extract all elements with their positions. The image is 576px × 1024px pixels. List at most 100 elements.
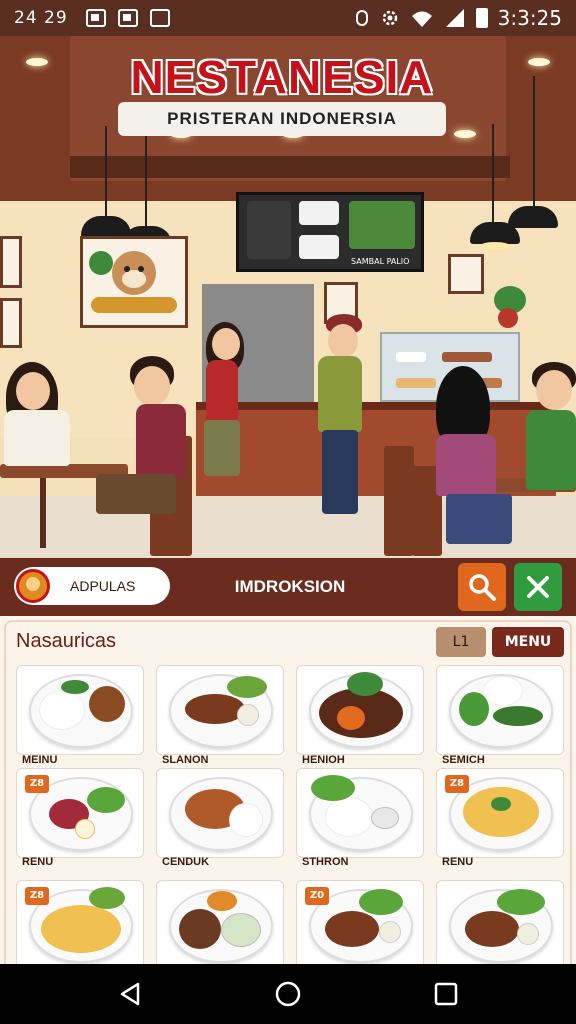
ceiling-beam bbox=[70, 156, 510, 178]
vegetable-icon bbox=[87, 787, 125, 813]
food-card[interactable]: Z8 bbox=[16, 768, 144, 858]
home-icon bbox=[275, 981, 301, 1007]
food-card-label: MEINU bbox=[22, 754, 58, 766]
close-button[interactable] bbox=[514, 563, 562, 611]
lamp-cord bbox=[145, 136, 147, 228]
sauce-bowl-icon bbox=[237, 704, 259, 726]
price-badge: Z8 bbox=[445, 775, 469, 793]
food-card-label: RENU bbox=[22, 856, 54, 868]
food-card[interactable] bbox=[436, 880, 564, 964]
wall-picture bbox=[448, 254, 484, 294]
food-card-label: CENDUK bbox=[162, 856, 210, 868]
brand-subtitle: PRISTERAN INDONERSIA bbox=[118, 102, 446, 136]
back-icon bbox=[120, 982, 140, 1006]
battery-icon bbox=[475, 8, 488, 28]
status-bar: 24 29 3:3:25 bbox=[0, 0, 576, 36]
sauce-bowl-icon bbox=[517, 923, 539, 945]
meat-icon bbox=[325, 911, 379, 947]
user-name: ADPULAS bbox=[70, 578, 136, 594]
menu-board-dish bbox=[299, 235, 339, 259]
menu-board-dish bbox=[299, 201, 339, 225]
mascot-poster bbox=[80, 236, 188, 328]
soup-bowl-icon bbox=[221, 913, 261, 947]
vegetable-icon bbox=[359, 889, 403, 915]
ceiling-light-icon bbox=[26, 58, 48, 66]
noodles-icon bbox=[463, 787, 539, 837]
status-icons-right: 3:3:25 bbox=[354, 6, 562, 30]
price-badge: Z8 bbox=[25, 887, 49, 905]
lamp-cord bbox=[492, 124, 494, 224]
meat-icon bbox=[179, 909, 221, 949]
menu-board-caption: SAMBAL PALIO bbox=[351, 257, 410, 266]
food-card[interactable] bbox=[436, 665, 564, 755]
pot-icon bbox=[498, 308, 518, 328]
home-button[interactable] bbox=[272, 978, 304, 1010]
search-icon bbox=[469, 574, 496, 601]
food-card[interactable] bbox=[156, 768, 284, 858]
menu-panel: Nasauricas L1 MENU MEINU SLANON HENIOH S… bbox=[0, 616, 576, 964]
vegetable-icon bbox=[497, 889, 545, 915]
level-filter-button[interactable]: L1 bbox=[436, 627, 486, 657]
rice-icon bbox=[39, 690, 85, 730]
recents-button[interactable] bbox=[430, 978, 462, 1010]
garnish-icon bbox=[207, 891, 237, 911]
vegetable-icon bbox=[89, 887, 125, 909]
ceiling-light-icon bbox=[454, 130, 476, 138]
food-card[interactable]: Z8 bbox=[16, 880, 144, 964]
meat-icon bbox=[89, 686, 125, 722]
meat-icon bbox=[465, 911, 519, 947]
restaurant-hero-image: NESTANESIA PRISTERAN INDONERSIA SAMBAL P… bbox=[0, 36, 576, 558]
food-card[interactable] bbox=[296, 665, 424, 755]
food-card-label: SLANON bbox=[162, 754, 209, 766]
lamp-cord bbox=[105, 126, 107, 218]
noodles-icon bbox=[41, 905, 121, 953]
menu-board: SAMBAL PALIO bbox=[236, 192, 424, 272]
status-time: 24 29 bbox=[14, 8, 68, 28]
food-card[interactable] bbox=[296, 768, 424, 858]
menu-board-list bbox=[247, 201, 291, 259]
app-bar-title: IMDROKSION bbox=[234, 577, 346, 596]
chair bbox=[384, 446, 414, 556]
status-icons-left bbox=[85, 9, 170, 27]
gallery-icon bbox=[85, 9, 106, 27]
price-badge: Z8 bbox=[25, 775, 49, 793]
vegetable-icon bbox=[459, 692, 489, 726]
food-card-label: HENIOH bbox=[302, 754, 345, 766]
lamp-glow bbox=[480, 242, 510, 250]
shelf-item bbox=[396, 352, 426, 362]
table-leg bbox=[40, 478, 46, 548]
green-beans-icon bbox=[493, 706, 543, 726]
food-card[interactable]: Z0 bbox=[296, 880, 424, 964]
meat-icon bbox=[185, 694, 245, 724]
egg-icon bbox=[337, 706, 365, 730]
back-button[interactable] bbox=[114, 978, 146, 1010]
settings-icon bbox=[382, 10, 397, 26]
garnish-icon bbox=[491, 797, 511, 811]
vegetable-icon bbox=[61, 680, 89, 694]
vegetable-icon bbox=[227, 676, 267, 698]
food-card[interactable]: Z8 bbox=[436, 768, 564, 858]
rice-icon bbox=[325, 797, 373, 837]
vegetable-icon bbox=[311, 775, 355, 801]
price-badge: Z0 bbox=[305, 887, 329, 905]
spoon-bowl-icon bbox=[371, 807, 399, 829]
wifi-icon bbox=[411, 11, 432, 27]
recents-icon bbox=[434, 982, 458, 1006]
vegetable-icon bbox=[347, 672, 383, 696]
food-card-label: RENU bbox=[442, 856, 474, 868]
menu-board-featured bbox=[349, 201, 415, 249]
menu-button[interactable]: MENU bbox=[492, 627, 564, 657]
user-profile-chip[interactable]: ADPULAS bbox=[14, 567, 170, 605]
wall-picture bbox=[0, 298, 22, 348]
status-time-right: 3:3:25 bbox=[497, 6, 562, 30]
mascot-icon bbox=[89, 251, 177, 313]
app-icon-2 bbox=[149, 9, 170, 27]
egg-icon bbox=[75, 819, 95, 839]
food-card[interactable] bbox=[16, 665, 144, 755]
food-card[interactable] bbox=[156, 665, 284, 755]
lamp-cord bbox=[533, 76, 535, 208]
alarm-icon bbox=[355, 10, 368, 26]
brand-title: NESTANESIA bbox=[130, 51, 434, 103]
search-button[interactable] bbox=[458, 563, 506, 611]
food-card[interactable] bbox=[156, 880, 284, 964]
